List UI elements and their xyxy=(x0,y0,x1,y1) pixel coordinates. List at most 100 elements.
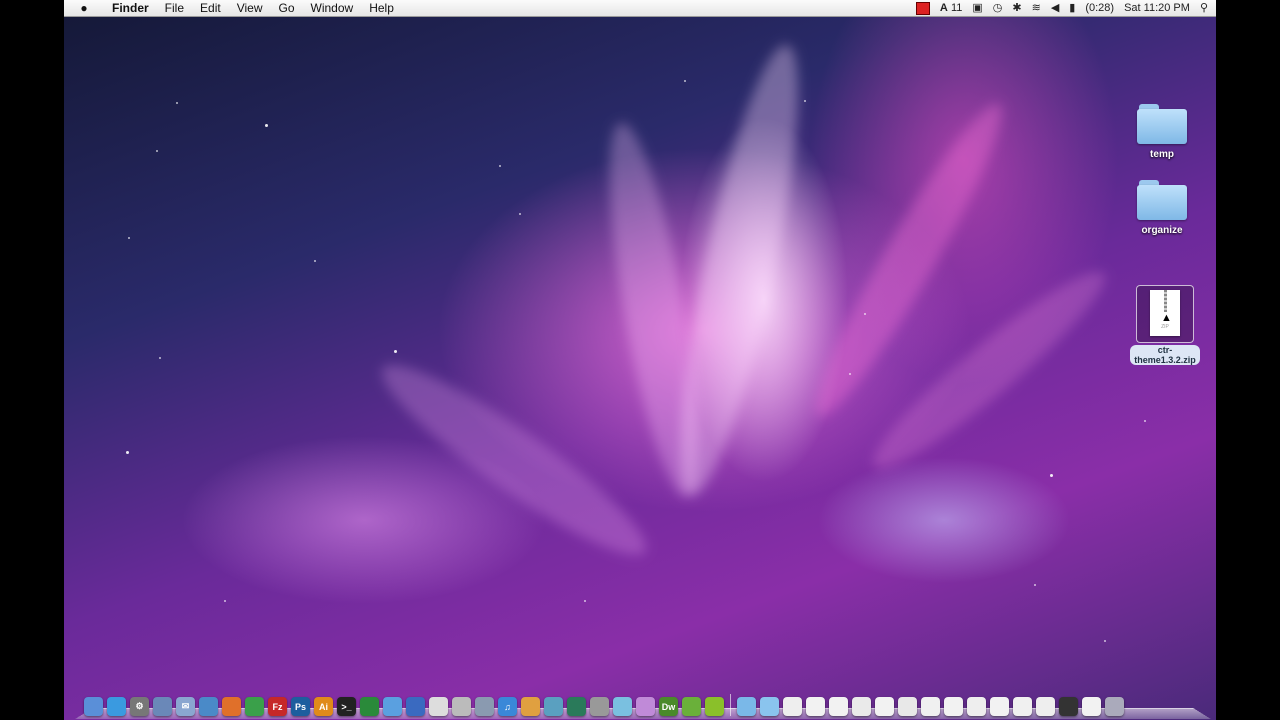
battery-icon[interactable]: ▮ xyxy=(1069,0,1075,16)
sync-icon[interactable] xyxy=(682,697,701,716)
window-stack-icon[interactable] xyxy=(990,697,1009,716)
ichat-icon[interactable] xyxy=(383,697,402,716)
chrome-icon[interactable] xyxy=(245,697,264,716)
window-stack-icon[interactable] xyxy=(1082,697,1101,716)
star xyxy=(519,213,521,215)
star xyxy=(804,100,806,102)
desktop-icon-label: organize xyxy=(1141,225,1183,236)
star xyxy=(1104,640,1106,642)
spotlight-icon[interactable]: ⚲ xyxy=(1200,0,1208,16)
script-editor-icon[interactable] xyxy=(452,697,471,716)
star xyxy=(156,150,158,152)
light-ray xyxy=(365,343,663,577)
dreamweaver-icon[interactable]: Dw xyxy=(659,697,678,716)
light-ray xyxy=(591,117,717,503)
light-ray xyxy=(656,37,822,503)
utility-icon[interactable] xyxy=(590,697,609,716)
light-ray xyxy=(858,254,1120,486)
menu-clock[interactable]: Sat 11:20 PM xyxy=(1124,0,1190,16)
textedit-icon[interactable] xyxy=(429,697,448,716)
window-stack-icon[interactable] xyxy=(898,697,917,716)
star xyxy=(314,260,316,262)
recording-icon[interactable] xyxy=(915,1,930,15)
adobe-updater-count: 11 xyxy=(950,2,963,14)
folder-stack-icon[interactable] xyxy=(737,697,756,716)
menu-extras: A 11 ▣ ◷ ✱ ≋ ◀ ▮ (0:28) Sat 11:20 PM ⚲ xyxy=(915,0,1208,16)
green-app-icon[interactable] xyxy=(705,697,724,716)
zip-badge: ZIP xyxy=(1161,324,1169,330)
dashboard-icon[interactable] xyxy=(613,697,632,716)
mouse-cursor-icon: ▲ xyxy=(1161,312,1172,324)
window-stack-icon[interactable] xyxy=(921,697,940,716)
adobe-updater-icon[interactable]: A 11 xyxy=(940,0,962,16)
star xyxy=(1050,474,1053,477)
menu-view[interactable]: View xyxy=(229,0,271,16)
star xyxy=(128,237,130,239)
star xyxy=(849,373,851,375)
star xyxy=(265,124,268,127)
photoshop-icon[interactable]: Ps xyxy=(291,697,310,716)
desktop-folder-temp[interactable]: temp xyxy=(1117,104,1207,162)
activity-monitor-icon[interactable] xyxy=(360,697,379,716)
star xyxy=(1034,584,1036,586)
time-machine-icon[interactable] xyxy=(567,697,586,716)
spaces-icon[interactable]: ▣ xyxy=(972,0,982,16)
star xyxy=(126,451,129,454)
imovie-icon[interactable] xyxy=(406,697,425,716)
apple-menu-icon[interactable]: ● xyxy=(64,1,104,15)
finder-icon[interactable] xyxy=(84,697,103,716)
menu-bar: ● Finder File Edit View Go Window Help A… xyxy=(64,0,1216,17)
desktop-icon-label: temp xyxy=(1150,149,1174,160)
light-ray xyxy=(797,91,1021,429)
safari-icon[interactable] xyxy=(107,697,126,716)
dock: ⚙ ✉ Fz Ps Ai >_ ♫ Dw xyxy=(74,694,1212,720)
photo-booth-icon[interactable] xyxy=(636,697,655,716)
time-machine-menu-icon[interactable]: ◷ xyxy=(993,0,1003,16)
preview-pictures-icon[interactable] xyxy=(475,697,494,716)
desktop-folder-organize[interactable]: organize xyxy=(1117,180,1207,238)
dock-items: ⚙ ✉ Fz Ps Ai >_ ♫ Dw xyxy=(84,694,1202,716)
menu-window[interactable]: Window xyxy=(303,0,362,16)
bluetooth-icon[interactable]: ✱ xyxy=(1012,0,1021,16)
garageband-icon[interactable] xyxy=(544,697,563,716)
trash-icon[interactable] xyxy=(1105,697,1124,716)
mail-icon[interactable]: ✉ xyxy=(176,697,195,716)
folder-stack-icon[interactable] xyxy=(760,697,779,716)
dark-window-stack-icon[interactable] xyxy=(1059,697,1078,716)
firefox-icon[interactable] xyxy=(222,697,241,716)
iphoto-icon[interactable] xyxy=(521,697,540,716)
menu-go[interactable]: Go xyxy=(271,0,303,16)
dock-separator xyxy=(730,694,731,716)
window-stack-icon[interactable] xyxy=(829,697,848,716)
window-stack-icon[interactable] xyxy=(806,697,825,716)
volume-icon[interactable]: ◀ xyxy=(1051,0,1059,16)
menu-finder[interactable]: Finder xyxy=(104,0,157,16)
desktop-icon-label: ctr- theme1.3.2.zip xyxy=(1130,345,1200,365)
wifi-icon[interactable]: ≋ xyxy=(1032,0,1041,16)
system-preferences-icon[interactable]: ⚙ xyxy=(130,697,149,716)
window-stack-icon[interactable] xyxy=(1036,697,1055,716)
star xyxy=(499,165,501,167)
terminal-icon[interactable]: >_ xyxy=(337,697,356,716)
window-stack-icon[interactable] xyxy=(1013,697,1032,716)
star xyxy=(159,357,161,359)
zip-label-line2: theme1.3.2.zip xyxy=(1134,355,1196,365)
menu-edit[interactable]: Edit xyxy=(192,0,229,16)
window-stack-icon[interactable] xyxy=(944,697,963,716)
star xyxy=(394,350,397,353)
document-stack-icon[interactable] xyxy=(783,697,802,716)
itunes-icon[interactable]: ♫ xyxy=(498,697,517,716)
window-stack-icon[interactable] xyxy=(967,697,986,716)
illustrator-icon[interactable]: Ai xyxy=(314,697,333,716)
window-stack-icon[interactable] xyxy=(852,697,871,716)
preview-icon[interactable] xyxy=(153,697,172,716)
filezilla-icon[interactable]: Fz xyxy=(268,697,287,716)
menu-file[interactable]: File xyxy=(157,0,192,16)
star xyxy=(176,102,178,104)
window-stack-icon[interactable] xyxy=(875,697,894,716)
folder-icon xyxy=(1137,180,1187,220)
star xyxy=(224,600,226,602)
globe-icon[interactable] xyxy=(199,697,218,716)
menu-help[interactable]: Help xyxy=(361,0,402,16)
desktop-zip-file[interactable]: ZIP ▲ ctr- theme1.3.2.zip xyxy=(1120,285,1210,368)
